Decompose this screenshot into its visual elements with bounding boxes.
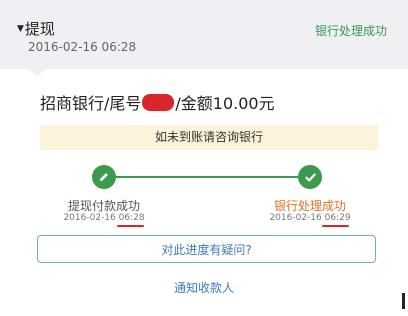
header-status: 银行处理成功: [315, 24, 388, 38]
step-2-time: 2016-02-16 06:29: [269, 213, 351, 223]
page-title-text: 提现: [24, 20, 55, 38]
step-2-label: 银行处理成功: [273, 199, 346, 213]
check-icon: [304, 173, 316, 181]
page-title: ▼提现: [17, 18, 55, 39]
header-bar: ▼提现 2016-02-16 06:28 银行处理成功: [0, 0, 408, 69]
transaction-timestamp: 2016-02-16 06:28: [28, 40, 137, 54]
amount-label: /金额10.00元: [175, 94, 275, 113]
step-1-label: 提现付款成功: [67, 199, 140, 213]
bank-label: 招商银行/尾号: [40, 94, 142, 113]
edge-marker: [402, 293, 405, 309]
question-progress-button[interactable]: 对此进度有疑问?: [37, 235, 376, 263]
notice-banner: 如未到账请咨询银行: [40, 125, 378, 150]
time-highlight-mark: [322, 225, 349, 227]
notify-payee-link[interactable]: 通知收款人: [0, 279, 408, 296]
step-1-node: [92, 165, 116, 189]
step-2-node: [298, 165, 322, 189]
pencil-icon: [100, 173, 108, 181]
caret-down-icon: ▼: [17, 24, 24, 34]
step-1-time: 2016-02-16 06:28: [63, 213, 145, 223]
time-highlight-mark: [117, 225, 144, 227]
masked-card-number: [142, 94, 175, 111]
progress-track: [103, 176, 310, 178]
header-pointer: [29, 69, 45, 77]
account-summary: 招商银行/尾号/金额10.00元: [40, 90, 275, 114]
